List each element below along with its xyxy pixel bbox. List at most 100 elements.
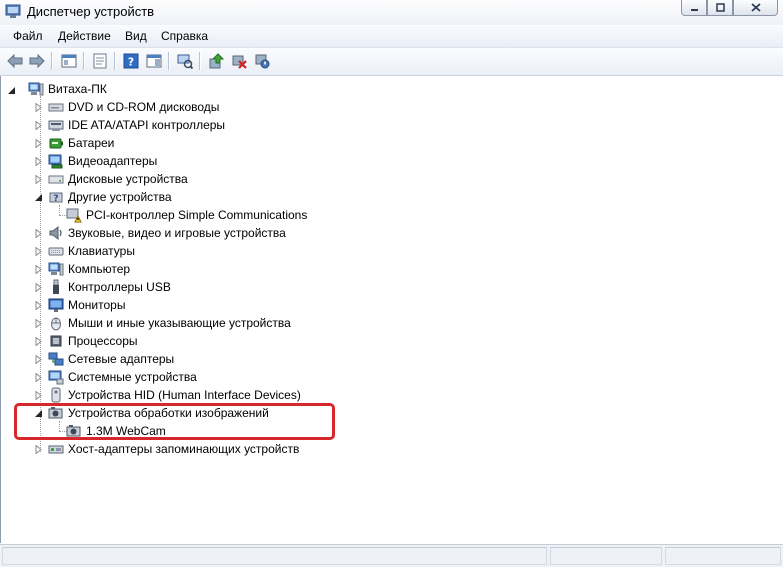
category-item[interactable]: Компьютер (48, 260, 130, 278)
category-expander[interactable] (34, 445, 43, 454)
usb-icon (48, 279, 64, 295)
tree-root[interactable]: Витаха-ПК (28, 80, 107, 98)
device-item[interactable]: PCI-контроллер Simple Communications (66, 206, 307, 224)
category-expander[interactable] (34, 157, 43, 166)
category-item[interactable]: Сетевые адаптеры (48, 350, 174, 368)
close-button[interactable] (733, 0, 778, 16)
action-pane-icon (146, 54, 162, 68)
update-driver-button[interactable] (207, 52, 225, 70)
category-item[interactable]: Системные устройства (48, 368, 197, 386)
minimize-icon (690, 9, 698, 11)
battery-icon (48, 135, 64, 151)
title-bar: Диспетчер устройств (0, 0, 783, 25)
category-item[interactable]: Хост-адаптеры запоминающих устройств (48, 440, 299, 458)
menu-view[interactable]: Вид (125, 29, 147, 43)
category-expander[interactable] (34, 391, 43, 400)
processor-icon (48, 333, 64, 349)
tree-item-label: Дисковые устройства (68, 172, 188, 186)
show-hide-console-tree-button[interactable] (60, 52, 78, 70)
root-expander[interactable] (7, 86, 16, 95)
back-button[interactable] (6, 52, 24, 70)
category-expander[interactable] (34, 355, 43, 364)
tree-item-label: Клавиатуры (68, 244, 135, 258)
update-driver-icon (209, 53, 224, 69)
category-expander[interactable] (34, 247, 43, 256)
category-expander[interactable] (34, 265, 43, 274)
maximize-icon (715, 3, 725, 12)
category-expander[interactable] (34, 283, 43, 292)
category-item[interactable]: Процессоры (48, 332, 138, 350)
device-manager-app-icon (5, 4, 21, 18)
category-item[interactable]: Клавиатуры (48, 242, 135, 260)
warning-device-icon (66, 207, 82, 223)
tree-item-label: Устройства HID (Human Interface Devices) (68, 388, 301, 402)
maximize-button[interactable] (707, 0, 733, 16)
properties-button[interactable] (91, 52, 109, 70)
category-item[interactable]: ? Другие устройства (48, 188, 172, 206)
console-tree-icon (61, 54, 77, 68)
help-button[interactable]: ? (122, 52, 140, 70)
action-pane-button[interactable] (145, 52, 163, 70)
category-item[interactable]: Дисковые устройства (48, 170, 188, 188)
dvd-drive-icon (48, 99, 64, 115)
tree-item-label: Видеоадаптеры (68, 154, 158, 168)
tree-item-label: IDE ATA/ATAPI контроллеры (68, 118, 226, 132)
help-icon: ? (123, 53, 139, 69)
menu-help[interactable]: Справка (161, 29, 208, 43)
category-item[interactable]: Мыши и иные указывающие устройства (48, 314, 291, 332)
svg-text:?: ? (53, 194, 58, 204)
tree-item-label: Другие устройства (68, 190, 172, 204)
category-expander[interactable] (34, 301, 43, 310)
tree-item-label: Системные устройства (68, 370, 197, 384)
category-item[interactable]: Звуковые, видео и игровые устройства (48, 224, 286, 242)
category-item[interactable]: Устройства HID (Human Interface Devices) (48, 386, 301, 404)
tree-item-label: Хост-адаптеры запоминающих устройств (68, 442, 300, 456)
category-expander[interactable] (34, 103, 43, 112)
category-item[interactable]: Контроллеры USB (48, 278, 171, 296)
category-expander[interactable] (34, 139, 43, 148)
category-expander[interactable] (34, 319, 43, 328)
menu-action[interactable]: Действие (58, 29, 111, 43)
uninstall-icon (232, 55, 247, 69)
sound-icon (48, 225, 64, 241)
svg-text:?: ? (128, 56, 134, 69)
disable-device-button[interactable] (253, 52, 271, 70)
category-item[interactable]: DVD и CD-ROM дисководы (48, 98, 219, 116)
category-expander[interactable] (34, 337, 43, 346)
category-expander[interactable] (34, 193, 43, 202)
category-expander[interactable] (34, 373, 43, 382)
scan-hardware-button[interactable] (176, 52, 194, 70)
tree-item-label: Батареи (68, 136, 115, 150)
computer-icon (28, 81, 44, 97)
category-expander[interactable] (34, 121, 43, 130)
back-arrow-icon (7, 54, 23, 68)
menu-bar: Файл Действие Вид Справка (0, 25, 783, 48)
category-item[interactable]: Батареи (48, 134, 114, 152)
monitor-icon (48, 297, 64, 313)
system-devices-icon (48, 369, 64, 385)
category-item[interactable]: Мониторы (48, 296, 125, 314)
device-tree[interactable]: Витаха-ПК DVD и CD-ROM дисководы IDE ATA/A… (0, 76, 783, 543)
tree-item-label: PCI-контроллер Simple Communications (86, 208, 308, 222)
disk-drive-icon (48, 171, 64, 187)
tree-item-label: Процессоры (68, 334, 138, 348)
tree-item-label: Контроллеры USB (68, 280, 171, 294)
category-item[interactable]: IDE ATA/ATAPI контроллеры (48, 116, 225, 134)
tree-item-label: DVD и CD-ROM дисководы (68, 100, 220, 114)
uninstall-device-button[interactable] (230, 52, 248, 70)
close-icon (750, 3, 761, 12)
highlight-box (14, 403, 335, 440)
forward-button[interactable] (28, 52, 46, 70)
ide-controller-icon (48, 117, 64, 133)
minimize-button[interactable] (681, 0, 707, 16)
tree-item-label: Компьютер (68, 262, 131, 276)
menu-file[interactable]: Файл (13, 29, 43, 43)
tree-item-label: Звуковые, видео и игровые устройства (68, 226, 286, 240)
status-bar (0, 544, 783, 567)
scan-hardware-icon (177, 54, 193, 69)
category-expander[interactable] (34, 229, 43, 238)
network-adapter-icon (48, 351, 64, 367)
tree-item-label: Мыши и иные указывающие устройства (68, 316, 291, 330)
category-item[interactable]: Видеоадаптеры (48, 152, 157, 170)
category-expander[interactable] (34, 175, 43, 184)
